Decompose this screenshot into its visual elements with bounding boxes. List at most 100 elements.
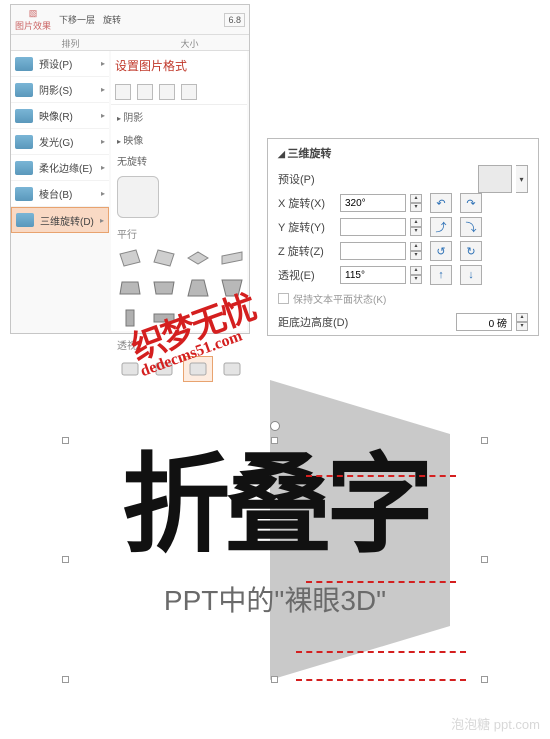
no-rotation-preset[interactable]	[117, 176, 159, 218]
preset-item[interactable]	[149, 305, 179, 331]
y-down-btn[interactable]: ⤵	[460, 217, 482, 237]
handle-bl[interactable]	[62, 676, 69, 683]
sub-text: PPT中的"裸眼3D"	[66, 579, 484, 619]
format-title: 设置图片格式	[111, 51, 247, 80]
tab-size-icon[interactable]	[159, 84, 175, 100]
persp-input[interactable]	[340, 266, 406, 284]
x-right-btn[interactable]: ↷	[460, 193, 482, 213]
rotation-icon	[16, 213, 34, 227]
tab-fill-icon[interactable]	[115, 84, 131, 100]
handle-ml[interactable]	[62, 556, 69, 563]
btn-rotate[interactable]: 旋转	[103, 13, 121, 26]
preset-swatch[interactable]	[478, 165, 512, 193]
persp-wide-btn[interactable]: ↓	[460, 265, 482, 285]
z-label: Z 旋转(Z)	[278, 243, 336, 259]
bevel-icon	[15, 187, 33, 201]
y-input[interactable]	[340, 218, 406, 236]
y-spinner[interactable]: ▴▾	[410, 218, 422, 236]
main-text: 折叠字	[66, 441, 484, 559]
effect-shadow[interactable]: 阴影(S)▸	[11, 77, 109, 103]
z-cw-btn[interactable]: ↻	[460, 241, 482, 261]
guide-line	[296, 679, 466, 681]
sec-shadow[interactable]: 阴影	[111, 105, 247, 128]
distance-input[interactable]	[456, 313, 512, 331]
rotation-panel: 三维旋转 预设(P) ▾ X 旋转(X) ▴▾ ↶ ↷ Y 旋转(Y) ▴▾ ⤴…	[267, 138, 539, 336]
preset-item[interactable]	[183, 245, 213, 271]
perspective-label: 透视	[111, 337, 247, 356]
effects-menu: 预设(P)▸ 阴影(S)▸ 映像(R)▸ 发光(G)▸ 柔化边缘(E)▸ 棱台(…	[11, 51, 109, 233]
preset-item[interactable]	[115, 305, 145, 331]
left-panel: ▧ 图片效果 下移一层 旋转 6.8 排列 大小 预设(P)▸ 阴影(S)▸ 映…	[10, 4, 250, 334]
format-pane: 设置图片格式 阴影 映像 无旋转 平行 透视	[111, 51, 247, 331]
handle-tr[interactable]	[481, 437, 488, 444]
perspective-presets	[111, 356, 247, 382]
preset-item[interactable]	[217, 275, 247, 301]
y-up-btn[interactable]: ⤴	[430, 217, 452, 237]
y-label: Y 旋转(Y)	[278, 219, 336, 235]
footer-credit: 泡泡糖 ppt.com	[451, 714, 540, 733]
effect-glow[interactable]: 发光(G)▸	[11, 129, 109, 155]
distance-spinner[interactable]: ▴▾	[516, 313, 528, 331]
glow-icon	[15, 135, 33, 149]
preset-item[interactable]	[149, 275, 179, 301]
persp-label: 透视(E)	[278, 267, 336, 283]
preset-item[interactable]	[115, 275, 145, 301]
parallel-presets	[111, 245, 247, 331]
softedge-icon	[15, 161, 33, 175]
shadow-icon	[15, 83, 33, 97]
artwork: 折叠字 PPT中的"裸眼3D"	[35, 380, 515, 710]
preset-item[interactable]	[115, 245, 145, 271]
group-arrange: 排列	[61, 37, 79, 50]
z-ccw-btn[interactable]: ↺	[430, 241, 452, 261]
preset-item-selected[interactable]	[183, 356, 213, 382]
group-size: 大小	[180, 37, 198, 50]
tab-picture-icon[interactable]	[181, 84, 197, 100]
preset-item[interactable]	[217, 356, 247, 382]
keep-flat-label: 保持文本平面状态(K)	[293, 291, 386, 306]
distance-label: 距底边高度(D)	[278, 314, 368, 330]
rotate-handle[interactable]	[270, 421, 280, 431]
parallel-label: 平行	[111, 226, 247, 245]
handle-mr[interactable]	[481, 556, 488, 563]
preset-item[interactable]	[149, 356, 179, 382]
effect-bevel[interactable]: 棱台(B)▸	[11, 181, 109, 207]
effect-3drotation[interactable]: 三维旋转(D)▸	[11, 207, 109, 233]
z-spinner[interactable]: ▴▾	[410, 242, 422, 260]
preset-icon	[15, 57, 33, 71]
effect-preset[interactable]: 预设(P)▸	[11, 51, 109, 77]
no-rotation-label: 无旋转	[111, 151, 247, 174]
handle-br[interactable]	[481, 676, 488, 683]
guide-line	[306, 475, 456, 477]
x-left-btn[interactable]: ↶	[430, 193, 452, 213]
effect-reflection[interactable]: 映像(R)▸	[11, 103, 109, 129]
btn-picture-effects[interactable]: ▧ 图片效果	[15, 8, 51, 32]
btn-send-back[interactable]: 下移一层	[59, 13, 95, 26]
handle-bm[interactable]	[271, 676, 278, 683]
x-input[interactable]	[340, 194, 406, 212]
guide-line	[296, 651, 466, 653]
reflection-icon	[15, 109, 33, 123]
textbox[interactable]: 折叠字 PPT中的"裸眼3D"	[65, 440, 485, 680]
format-tabs[interactable]	[111, 80, 247, 105]
keep-flat-checkbox[interactable]	[278, 293, 289, 304]
rotation-title[interactable]: 三维旋转	[268, 139, 538, 167]
ribbon-groups: 排列 大小	[11, 35, 249, 51]
handle-tl[interactable]	[62, 437, 69, 444]
preset-item[interactable]	[115, 356, 145, 382]
z-input[interactable]	[340, 242, 406, 260]
preset-item[interactable]	[149, 245, 179, 271]
x-spinner[interactable]: ▴▾	[410, 194, 422, 212]
height-value[interactable]: 6.8	[224, 13, 245, 27]
preset-dropdown[interactable]: ▾	[516, 165, 528, 193]
persp-spinner[interactable]: ▴▾	[410, 266, 422, 284]
preset-item[interactable]	[183, 275, 213, 301]
ribbon-top: ▧ 图片效果 下移一层 旋转 6.8	[11, 5, 249, 35]
guide-line	[306, 581, 456, 583]
preset-item[interactable]	[217, 245, 247, 271]
tab-effects-icon[interactable]	[137, 84, 153, 100]
effect-softedge[interactable]: 柔化边缘(E)▸	[11, 155, 109, 181]
persp-narrow-btn[interactable]: ↑	[430, 265, 452, 285]
x-label: X 旋转(X)	[278, 195, 336, 211]
sec-reflect[interactable]: 映像	[111, 128, 247, 151]
handle-tm[interactable]	[271, 437, 278, 444]
